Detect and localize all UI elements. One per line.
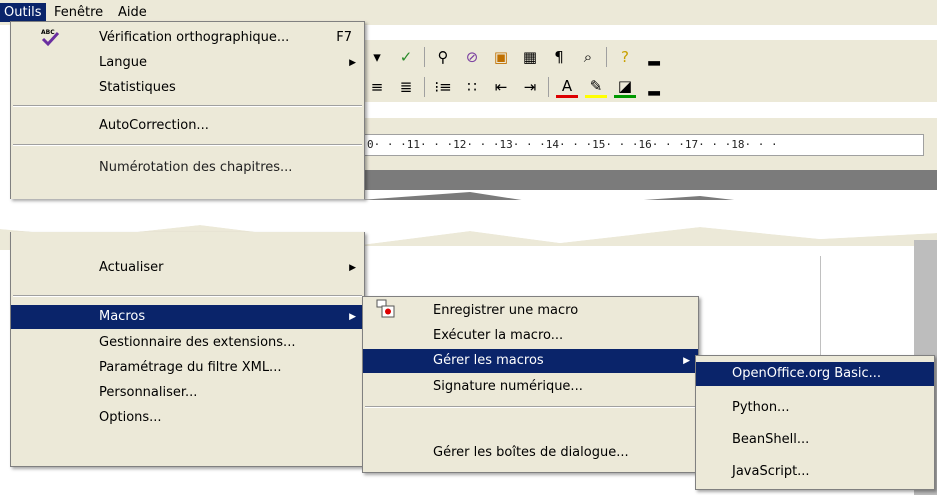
menu-item-beanshell[interactable]: BeanShell... xyxy=(696,428,934,452)
toolbar-separator xyxy=(606,47,607,67)
bullets-icon[interactable]: ∷ xyxy=(461,76,483,98)
decrease-indent-icon[interactable]: ⇤ xyxy=(490,76,512,98)
justify-icon[interactable]: ≣ xyxy=(395,76,417,98)
toolbar-overflow-icon[interactable]: ▂ xyxy=(643,46,665,68)
submenu-arrow-icon: ▶ xyxy=(349,263,356,273)
highlighting-icon[interactable]: ✎ xyxy=(585,76,607,98)
submenu-arrow-icon: ▶ xyxy=(683,356,690,366)
macros-submenu: Enregistrer une macro Exécuter la macro.… xyxy=(362,296,699,473)
toolbar-separator xyxy=(424,77,425,97)
menu-item-statistiques[interactable]: Statistiques xyxy=(11,76,364,100)
menu-item-javascript[interactable]: JavaScript... xyxy=(696,460,934,484)
menu-item-gerer-macros[interactable]: Gérer les macros ▶ xyxy=(363,349,698,373)
menu-item-actualiser[interactable]: Actualiser ▶ xyxy=(11,256,364,280)
menu-item-numerotation[interactable]: Numérotation des chapitres... xyxy=(11,156,364,180)
find-replace-icon[interactable]: ⚲ xyxy=(432,46,454,68)
toolbar-separator xyxy=(548,77,549,97)
menu-item-langue[interactable]: Langue ▶ xyxy=(11,51,364,75)
toolbar-area: ▾ ✓ ⚲ ⊘ ▣ ▦ ¶ ⌕ ? ▂ ≡ ≣ ⁝≡ ∷ ⇤ ⇥ A ✎ ◪ ▂ xyxy=(364,40,937,102)
menu-separator xyxy=(13,144,362,146)
menu-aide[interactable]: Aide xyxy=(114,3,151,22)
menu-item-enregistrer-macro[interactable]: Enregistrer une macro xyxy=(363,299,698,323)
spellcheck-auto-icon[interactable]: ✓ xyxy=(395,46,417,68)
toolbar-overflow-icon[interactable]: ▂ xyxy=(643,76,665,98)
zoom-icon[interactable]: ⌕ xyxy=(577,46,599,68)
outils-menu-bottom: Actualiser ▶ Macros ▶ Gestionnaire des e… xyxy=(10,232,365,467)
menu-item-autocorrection[interactable]: AutoCorrection... xyxy=(11,114,364,138)
toolbar-separator xyxy=(424,47,425,67)
standard-toolbar: ▾ ✓ ⚲ ⊘ ▣ ▦ ¶ ⌕ ? ▂ xyxy=(364,42,665,72)
menu-item-filtre-xml[interactable]: Paramétrage du filtre XML... xyxy=(11,356,364,380)
menu-item-python[interactable]: Python... xyxy=(696,396,934,420)
increase-indent-icon[interactable]: ⇥ xyxy=(519,76,541,98)
help-icon[interactable]: ? xyxy=(614,46,636,68)
menu-item-macros[interactable]: Macros ▶ xyxy=(11,305,364,329)
numbering-icon[interactable]: ⁝≡ xyxy=(432,76,454,98)
menu-separator xyxy=(365,406,696,408)
formatting-toolbar: ≡ ≣ ⁝≡ ∷ ⇤ ⇥ A ✎ ◪ ▂ xyxy=(364,72,665,102)
data-sources-icon[interactable]: ▦ xyxy=(519,46,541,68)
menu-item-signature[interactable]: Signature numérique... xyxy=(363,375,698,399)
gerer-macros-submenu: OpenOffice.org Basic... Python... BeanSh… xyxy=(695,355,935,490)
outils-menu-top: ABC Vérification orthographique... F7 La… xyxy=(10,21,365,199)
menu-item-openoffice-basic[interactable]: OpenOffice.org Basic... xyxy=(696,362,934,386)
menu-item-options[interactable]: Options... xyxy=(11,406,364,430)
gallery-icon[interactable]: ▣ xyxy=(490,46,512,68)
font-color-icon[interactable]: A xyxy=(556,76,578,98)
dropdown-arrow-icon[interactable]: ▾ xyxy=(366,46,388,68)
menu-item-personnaliser[interactable]: Personnaliser... xyxy=(11,381,364,405)
menu-fenetre[interactable]: Fenêtre xyxy=(50,3,107,22)
menu-item-boites-dialogue[interactable]: Gérer les boîtes de dialogue... xyxy=(363,441,698,465)
navigator-icon[interactable]: ⊘ xyxy=(461,46,483,68)
menu-item-executer-macro[interactable]: Exécuter la macro... xyxy=(363,324,698,348)
menu-separator xyxy=(13,105,362,107)
horizontal-ruler[interactable]: 0· · ·11· · ·12· · ·13· · ·14· · ·15· · … xyxy=(364,134,924,156)
submenu-arrow-icon: ▶ xyxy=(349,58,356,68)
menu-item-verification[interactable]: Vérification orthographique... F7 xyxy=(11,26,364,50)
formatting-marks-icon[interactable]: ¶ xyxy=(548,46,570,68)
menu-outils[interactable]: Outils xyxy=(0,3,46,22)
align-right-icon[interactable]: ≡ xyxy=(366,76,388,98)
menu-separator xyxy=(13,295,362,297)
menu-item-extensions[interactable]: Gestionnaire des extensions... xyxy=(11,331,364,355)
background-color-icon[interactable]: ◪ xyxy=(614,76,636,98)
submenu-arrow-icon: ▶ xyxy=(349,312,356,322)
